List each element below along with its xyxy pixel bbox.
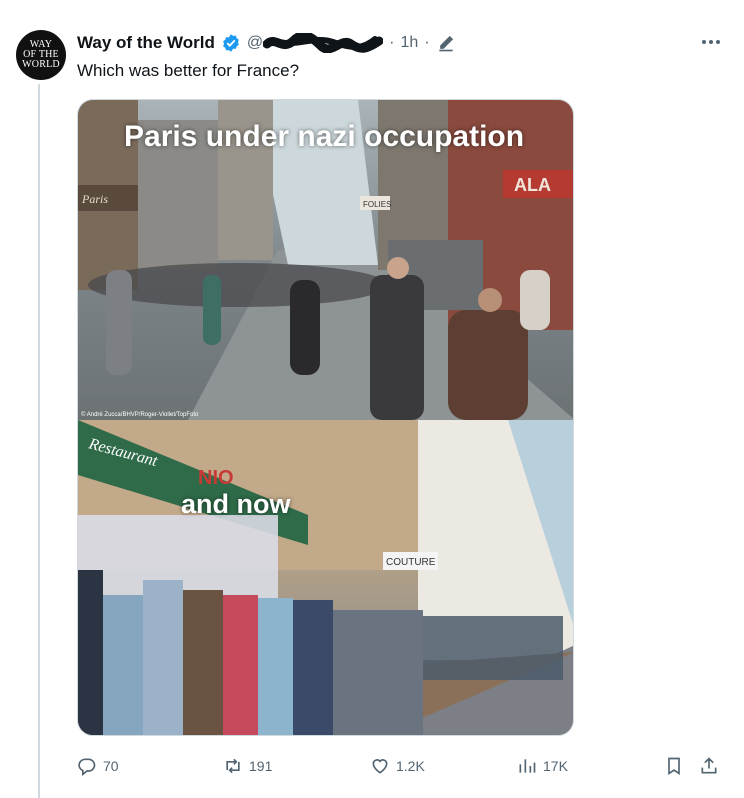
heart-icon [372,759,388,774]
like-count: 1.2K [396,758,425,774]
top-photo-caption: Paris under nazi occupation [124,120,525,153]
repost-button[interactable]: 191 [223,753,272,779]
bookmark-icon [668,757,680,776]
pencil-icon[interactable] [436,33,456,53]
repost-icon [226,758,240,774]
display-name[interactable]: Way of the World [77,33,215,53]
repost-count: 191 [249,758,273,774]
tweet-media[interactable]: ALA Paris FOLIES Paris under nazi occupa… [77,99,574,736]
thread-line [38,84,40,798]
views-chart-icon [519,759,536,773]
more-options-button[interactable] [697,32,725,52]
meta-separator: · [389,34,395,51]
handle-prefix: @ [246,34,264,51]
avatar[interactable]: WAY OF THE WORLD [16,30,66,80]
tweet-text: Which was better for France? [77,61,300,80]
photo-credit: © André Zucca/BHVP/Roger-Viollet/TopFoto [81,412,199,418]
views-button[interactable]: 17K [517,753,568,779]
more-dot-icon [709,40,713,44]
street-prayer-illustration: Restaurant NIO COUTURE [78,420,573,735]
action-bar: 70 191 1.2K 17K [77,753,727,779]
photo-paris-now[interactable]: Restaurant NIO COUTURE and now [78,420,573,735]
bottom-photo-caption: and now [181,489,291,519]
bookmark-button[interactable] [664,753,684,779]
like-button[interactable]: 1.2K [370,753,425,779]
meta-separator-2: · [424,34,430,51]
reply-button[interactable]: 70 [77,753,119,779]
timestamp[interactable]: 1h [400,34,418,52]
share-button[interactable] [699,753,719,779]
photo-paris-occupation[interactable]: ALA Paris FOLIES Paris under nazi occupa… [78,100,573,420]
view-count: 17K [543,758,568,774]
verified-badge-icon[interactable] [221,33,241,53]
sign-paris: Paris [81,192,108,206]
reply-count: 70 [103,758,119,774]
handle[interactable]: @ [246,33,384,53]
more-dot-icon [716,40,720,44]
redaction-scribble [263,33,384,53]
sign-ala: ALA [514,175,551,195]
sign-nio: NIO [198,467,234,489]
reply-icon [78,758,96,776]
sign-folies: FOLIES [363,200,391,209]
tweet-header: Way of the World @ · 1h · [77,31,456,55]
avatar-text-line3: WORLD [22,59,60,70]
sign-couture: COUTURE [386,557,436,568]
more-dot-icon [702,40,706,44]
share-icon [701,757,717,774]
